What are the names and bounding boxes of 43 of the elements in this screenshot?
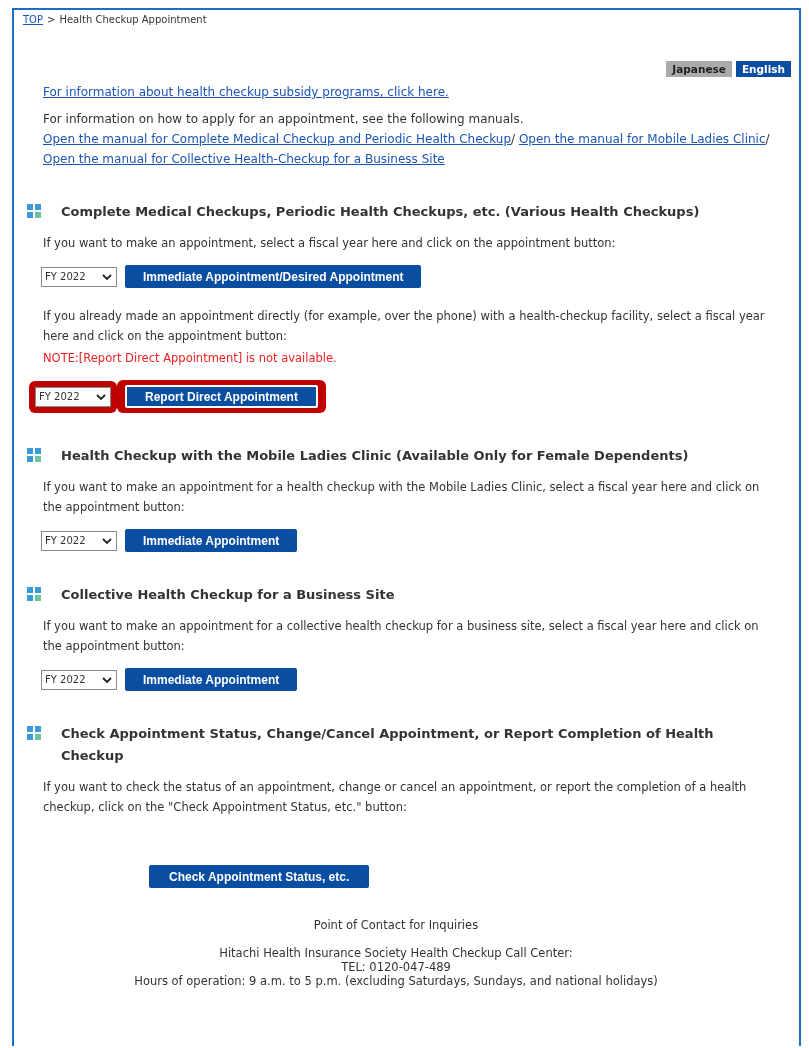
- manuals-intro: For information on how to apply for an appointment, see the following manuals.: [43, 112, 524, 126]
- grid-icon: [27, 726, 41, 740]
- chevron-icon: [102, 273, 112, 280]
- year-select[interactable]: FY 2022: [41, 669, 117, 690]
- manual-link[interactable]: Open the manual for Collective Health-Checkup for a Business Site: [43, 152, 445, 166]
- contact-title: Point of Contact for Inquiries: [312, 918, 480, 932]
- language-tab[interactable]: Japanese: [666, 61, 732, 77]
- year-select[interactable]: FY 2022: [35, 386, 111, 407]
- chevron-icon: [102, 676, 112, 683]
- chevron-icon: [102, 537, 112, 544]
- status-button[interactable]: Check Appointment Status, etc.: [149, 865, 370, 888]
- contact-line: TEL: 0120-047-489: [340, 960, 452, 974]
- chevron-icon: [96, 393, 106, 400]
- grid-icon: [27, 587, 41, 601]
- section-heading: Complete Medical Checkups, Periodic Health Checkups, etc. (Various Health Checkups): [61, 203, 700, 221]
- manual-link[interactable]: Open the manual for Mobile Ladies Clinic: [518, 132, 766, 146]
- appointment-button[interactable]: Immediate Appointment: [125, 529, 298, 552]
- breadcrumb-link[interactable]: TOP: [23, 14, 43, 25]
- language-tab[interactable]: English: [735, 61, 791, 77]
- contact-line: Hours of operation: 9 a.m. to 5 p.m. (excluding Saturdays, Sundays, and national holidays): [133, 974, 659, 988]
- note-text: NOTE:[Report Direct Appointment] is not available.: [43, 350, 338, 367]
- section-heading: Collective Health Checkup for a Business Site: [61, 586, 395, 604]
- subsidy-link[interactable]: For information about health checkup subsidy programs, click here.: [43, 85, 449, 99]
- instruction-text: If you want to make an appointment for a collective health checkup for a business site, select a fiscal year here and click on the appointment button:: [43, 618, 760, 655]
- breadcrumb-current: Health Checkup Appointment: [59, 14, 207, 25]
- link-separator: /: [511, 132, 516, 146]
- grid-icon: [27, 448, 41, 462]
- section-heading: Check Appointment Status, Change/Cancel Appointment, or Report Completion of Health Checkup: [61, 725, 715, 765]
- breadcrumb-separator: >: [47, 14, 56, 25]
- appointment-button[interactable]: Report Direct Appointment: [125, 385, 318, 408]
- year-select[interactable]: FY 2022: [41, 266, 117, 287]
- contact-line: Hitachi Health Insurance Society Health Checkup Call Center:: [218, 946, 574, 960]
- appointment-button[interactable]: Immediate Appointment: [125, 668, 298, 691]
- instruction-text: If you want to make an appointment, select a fiscal year here and click on the appointment button:: [43, 235, 617, 252]
- instruction-text: If you already made an appointment directly (for example, over the phone) with a health-checkup facility, select a fiscal year here and click on the appointment button:: [43, 308, 766, 345]
- appointment-button[interactable]: Immediate Appointment/Desired Appointment: [125, 265, 422, 288]
- year-select[interactable]: FY 2022: [41, 530, 117, 551]
- link-separator: /: [765, 132, 770, 146]
- section-heading: Health Checkup with the Mobile Ladies Clinic (Available Only for Female Dependents): [61, 447, 689, 465]
- grid-icon: [27, 204, 41, 218]
- instruction-text: If you want to check the status of an appointment, change or cancel an appointment, or report the completion of a health checkup, click on the "Check Appointment Status, etc." button:: [43, 779, 748, 816]
- instruction-text: If you want to make an appointment for a health checkup with the Mobile Ladies Clinic, select a fiscal year here and click on the appointment button:: [43, 479, 761, 516]
- manual-link[interactable]: Open the manual for Complete Medical Checkup and Periodic Health Checkup: [43, 132, 511, 146]
